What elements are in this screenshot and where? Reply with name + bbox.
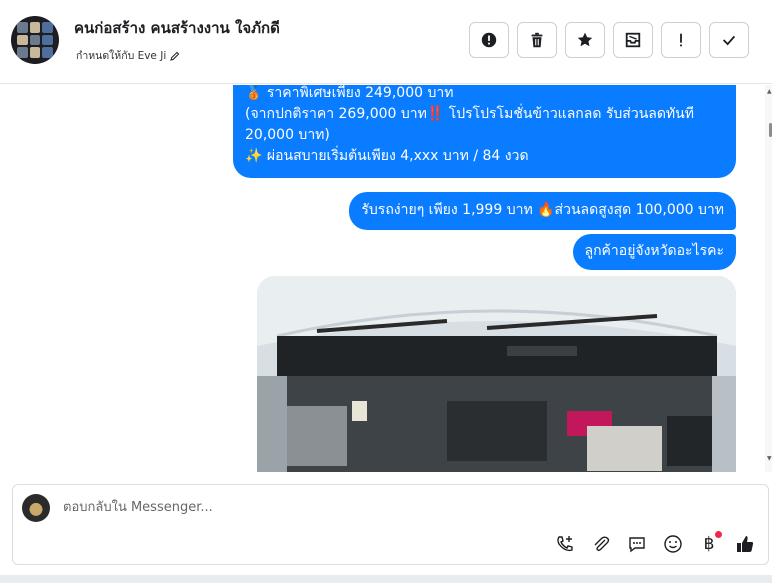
star-button[interactable] (565, 22, 605, 58)
promo-line: (จากปกติราคา 269,000 บาท‼️ โปรโปรโมชั่นข… (245, 106, 694, 122)
smiley-icon (664, 535, 682, 553)
baht-icon: ฿ (703, 534, 715, 554)
report-button[interactable] (469, 22, 509, 58)
scrollbar[interactable] (765, 85, 772, 472)
report-icon (481, 32, 497, 48)
archive-button[interactable] (613, 22, 653, 58)
reply-composer: ฿ (12, 484, 769, 565)
engine-bay-photo[interactable] (257, 276, 736, 472)
group-avatar[interactable] (11, 16, 59, 64)
scroll-up-icon[interactable]: ▲ (767, 88, 772, 95)
promo-line: 20,000 บาท) (245, 127, 330, 143)
mark-important-button[interactable] (661, 22, 701, 58)
message-thread[interactable]: 🥉 ราคาพิเศษเพียง 249,000 บาท (จากปกติราค… (0, 85, 765, 472)
conversation-header: คนก่อสร้าง คนสร้างงาน ใจภักดี กำหนดให้กั… (0, 0, 772, 84)
pencil-icon[interactable] (170, 51, 180, 61)
promo-line: 🥉 ราคาพิเศษเพียง 249,000 บาท (245, 85, 454, 101)
conversation-title[interactable]: คนก่อสร้าง คนสร้างงาน ใจภักดี (74, 16, 280, 40)
mark-important-icon (680, 33, 682, 47)
composer-tools: ฿ (554, 531, 756, 555)
bottom-edge (0, 575, 772, 583)
promo-line: ✨ ผ่อนสบายเริ่มต้นเพียง 4,xxx บาท / 84 ง… (245, 148, 529, 164)
page-avatar (22, 494, 50, 522)
paperclip-icon (594, 536, 610, 552)
action-toolbar (469, 22, 749, 58)
star-icon (577, 32, 593, 47)
chat-bubble-icon (629, 537, 645, 553)
scroll-down-icon[interactable]: ▼ (767, 455, 772, 462)
province-question-message[interactable]: ลูกค้าอยู่จังหวัดอะไรคะ (572, 234, 736, 270)
attach-button[interactable] (590, 533, 612, 555)
phone-add-icon (557, 536, 573, 552)
payment-button[interactable]: ฿ (698, 531, 722, 555)
mark-done-button[interactable] (709, 22, 749, 58)
call-button[interactable] (554, 533, 576, 555)
down-payment-message[interactable]: รับรถง่ายๆ เพียง 1,999 บาท 🔥ส่วนลดสูงสุด… (349, 192, 736, 230)
archive-icon (625, 32, 641, 48)
engine-photo-image (257, 276, 736, 472)
notification-dot (715, 531, 722, 538)
promo-message[interactable]: 🥉 ราคาพิเศษเพียง 249,000 บาท (จากปกติราค… (233, 85, 736, 178)
thumbs-up-icon (737, 536, 754, 552)
check-icon (722, 35, 736, 46)
assigned-label: กำหนดให้กับ Eve Ji (76, 50, 167, 62)
trash-icon (531, 32, 543, 48)
emoji-button[interactable] (662, 533, 684, 555)
assigned-to[interactable]: กำหนดให้กับ Eve Ji (76, 47, 180, 64)
like-button[interactable] (734, 533, 756, 555)
saved-replies-button[interactable] (626, 533, 648, 555)
delete-button[interactable] (517, 22, 557, 58)
reply-input[interactable] (61, 499, 565, 516)
